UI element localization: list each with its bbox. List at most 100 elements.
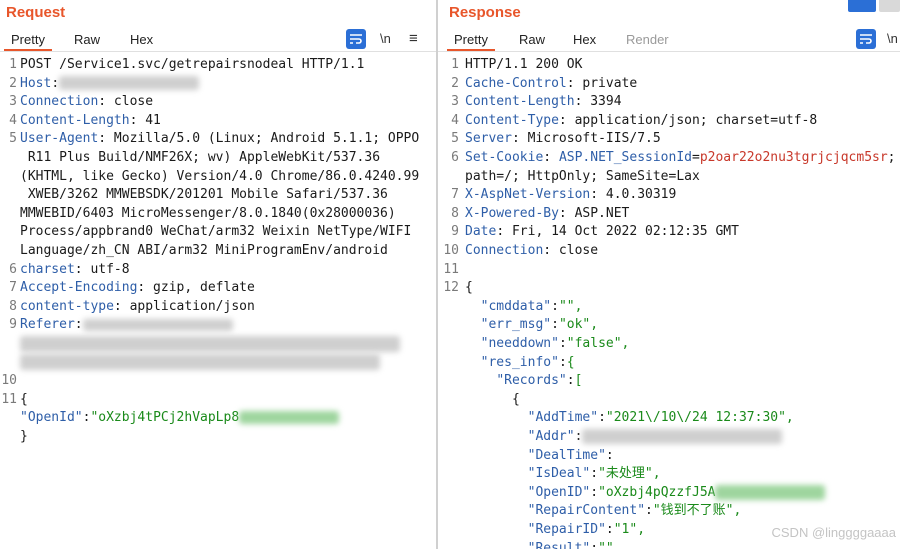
code-line: 12 {: [438, 279, 900, 298]
redacted-block: [20, 354, 380, 371]
json-key: "IsDeal": [527, 466, 591, 482]
line-text: HTTP/1.1 200 OK: [465, 57, 583, 72]
line-text: path=/; HttpOnly; SameSite=Lax: [465, 168, 700, 184]
line-content: X-AspNet-Version: 4.0.30319: [465, 186, 676, 205]
tab-raw[interactable]: Raw: [67, 29, 107, 51]
line-content: [20, 335, 400, 354]
code-line: "Result":"": [438, 540, 900, 549]
split-view-icon[interactable]: [848, 0, 876, 12]
header-name: charset: [20, 261, 75, 277]
line-content: path=/; HttpOnly; SameSite=Lax: [465, 168, 700, 187]
code-line: MMWEBID/6403 MicroMessenger/8.0.1840(0x2…: [0, 205, 436, 224]
tab-pretty[interactable]: Pretty: [447, 29, 495, 51]
code-line: 3 Connection: close: [0, 93, 436, 112]
line-number: 1: [451, 57, 459, 72]
line-number: 5: [9, 131, 17, 147]
line-text: (KHTML, like Gecko) Version/4.0 Chrome/8…: [20, 168, 420, 184]
line-number: 8: [451, 205, 459, 221]
colon: :: [590, 540, 599, 549]
watermark: CSDN @linggggaaaa: [771, 525, 897, 540]
show-newlines-button[interactable]: \n: [380, 29, 391, 49]
line-content: "Addr":: [465, 428, 783, 447]
line-number: 8: [9, 298, 17, 314]
header-name: X-AspNet-Version: [465, 187, 591, 203]
tab-pretty[interactable]: Pretty: [4, 29, 52, 51]
response-title: Response: [449, 4, 521, 21]
line-number: 9: [9, 317, 17, 333]
line-text: {: [20, 391, 28, 407]
code-line: 5 User-Agent: Mozilla/5.0 (Linux; Android…: [0, 130, 436, 149]
wrap-lines-button[interactable]: [346, 29, 366, 49]
header-value: close: [106, 94, 154, 110]
line-number: 3: [9, 94, 17, 110]
tab-hex[interactable]: Hex: [566, 29, 603, 51]
line-content: Connection: close: [20, 93, 153, 112]
line-content: User-Agent: Mozilla/5.0 (Linux; Android …: [20, 130, 419, 149]
line-text: MMWEBID/6403 MicroMessenger/8.0.1840(0x2…: [20, 205, 396, 221]
json-value: "": [598, 540, 614, 549]
line-number: 7: [9, 280, 17, 296]
tab-hex[interactable]: Hex: [123, 29, 160, 51]
line-content: "AddTime":"2021\/10\/24 12:37:30",: [465, 409, 794, 428]
tab-raw[interactable]: Raw: [512, 29, 552, 51]
header-value: close: [551, 243, 599, 258]
colon: :: [558, 205, 567, 221]
line-content: Content-Length: 41: [20, 112, 161, 131]
header-name: X-Powered-By: [465, 205, 559, 221]
header-name: Connection: [20, 94, 99, 110]
header-name: Accept-Encoding: [20, 280, 138, 296]
line-number: 5: [451, 131, 459, 147]
colon: :: [98, 94, 107, 110]
line-number: 11: [1, 391, 17, 407]
code-line: XWEB/3262 MMWEBSDK/201201 Mobile Safari/…: [0, 186, 436, 205]
header-name: Server: [465, 131, 512, 147]
code-line: {: [438, 391, 900, 410]
line-content: Language/zh_CN ABI/arm32 MiniProgramEnv/…: [20, 242, 388, 261]
line-content: "needdown":"false",: [465, 335, 630, 354]
layout-toggle[interactable]: [848, 0, 900, 13]
header-name: Referer: [20, 317, 75, 333]
code-line: 10 Connection: close: [438, 242, 900, 261]
stacked-view-icon[interactable]: [879, 0, 900, 12]
line-content: "Records":[: [465, 372, 582, 391]
header-value: Microsoft-IIS/7.5: [519, 131, 661, 147]
header-value: application/json: [121, 298, 255, 314]
code-line: 8 X-Powered-By: ASP.NET: [438, 205, 900, 224]
wrap-lines-button[interactable]: [856, 29, 876, 49]
json-key: "cmddata": [480, 298, 552, 314]
tabs-divider: [438, 51, 900, 52]
colon: :: [551, 298, 559, 314]
request-pane: Request Pretty Raw Hex \n ≡ 1 POST /Servi…: [0, 0, 436, 549]
menu-icon[interactable]: ≡: [409, 29, 418, 49]
line-content: "RepairContent":"钱到不了账",: [465, 502, 742, 521]
line-text: Process/appbrand0 WeChat/arm32 Weixin Ne…: [20, 224, 412, 240]
json-value: "未处理",: [598, 466, 661, 482]
line-number: 3: [451, 94, 459, 110]
code-line: 6 charset: utf-8: [0, 261, 436, 280]
code-line: "AddTime":"2021\/10\/24 12:37:30",: [438, 409, 900, 428]
colon: :: [558, 112, 567, 128]
json-key: "OpenID": [527, 484, 591, 500]
code-line: 6 Set-Cookie: ASP.NET_SessionId=p2oar22o2…: [438, 149, 900, 168]
json-value: "false",: [566, 336, 630, 351]
header-value: 4.0.30319: [598, 187, 677, 203]
line-content: "IsDeal":"未处理",: [465, 465, 661, 484]
line-content: Content-Type: application/json; charset=…: [465, 112, 817, 131]
code-line: "err_msg":"ok",: [438, 316, 900, 335]
colon: :: [574, 429, 583, 444]
redacted-block: [59, 76, 200, 91]
line-text: {: [511, 391, 520, 407]
show-newlines-button[interactable]: \n: [887, 29, 898, 49]
cookie-value: p2oar22o2nu3tgrjcjqcm5sr: [699, 150, 888, 165]
header-value: 3394: [582, 94, 622, 110]
line-content: XWEB/3262 MMWEBSDK/201201 Mobile Safari/…: [20, 186, 388, 205]
request-tabs: Pretty Raw Hex: [0, 29, 436, 51]
tab-render[interactable]: Render: [619, 29, 676, 51]
